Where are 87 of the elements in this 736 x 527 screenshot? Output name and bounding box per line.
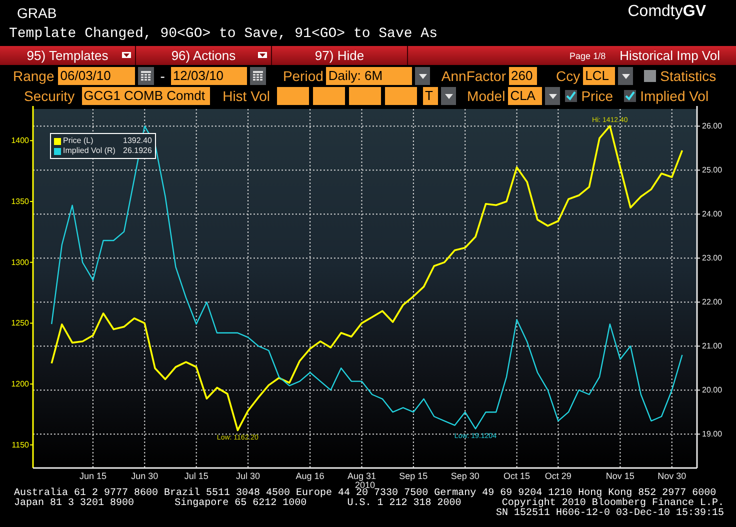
caret-icon (122, 52, 131, 58)
menu-button[interactable]: 97) Hide (272, 46, 408, 65)
legend-value: 26.1926 (123, 146, 152, 156)
field-label: Ccy (556, 67, 580, 85)
function-code: GRAB (17, 4, 57, 22)
input-field[interactable] (385, 87, 418, 105)
field-label: Price (581, 87, 614, 105)
y-axis-label: 1150 (12, 440, 29, 450)
caret-icon (444, 94, 453, 98)
x-axis-label: Jun 15 (79, 471, 106, 481)
check-icon (625, 91, 636, 101)
input-field[interactable] (349, 87, 382, 105)
y-axis-label: 20.00 (702, 386, 722, 395)
input-field[interactable]: T (423, 87, 438, 105)
y-axis-label: 1250 (11, 318, 29, 328)
footer-text: Australia 61 2 9777 8600 Brazil 5511 3048 4500 Europe 44 20 7330 7500 Germany 49 69 9204 1210 Hong Kong 852 2977 6000 (14, 489, 716, 499)
x-axis-label: Aug 16 (296, 471, 324, 481)
y-axis-label: 26.00 (702, 122, 722, 131)
x-axis-label: Aug 31 (347, 471, 376, 481)
check-icon (566, 91, 576, 101)
y-axis-label: 24.00 (702, 210, 722, 219)
screen-name: Historical Imp Vol (620, 46, 720, 64)
footer-text: Singapore 65 6212 1000 (174, 499, 307, 509)
y-axis-label: 1200 (11, 380, 29, 389)
x-axis-label: Sep 15 (399, 471, 428, 481)
calendar-icon (141, 71, 152, 81)
checkbox[interactable] (624, 90, 636, 102)
calendar-icon (252, 71, 263, 81)
field-label: Period (282, 67, 324, 85)
checkbox[interactable] (565, 90, 578, 102)
y-axis-label: 25.00 (702, 166, 722, 175)
caret-icon (622, 74, 630, 78)
field-label: Range (13, 67, 54, 85)
input-field[interactable]: CLA (508, 87, 542, 105)
date-field[interactable]: 06/03/10 (58, 67, 136, 85)
y-axis-label: 1300 (11, 258, 29, 267)
menu-button[interactable]: 96) Actions (136, 46, 272, 65)
footer-text: U.S. 1 212 318 2000 (347, 499, 462, 509)
x-axis-label: Oct 15 (504, 471, 530, 481)
field-label: AnnFactor (441, 67, 506, 85)
checkbox[interactable] (644, 70, 656, 82)
dropdown-button[interactable] (618, 67, 634, 85)
x-axis-label: Jul 15 (184, 471, 208, 481)
footer-text: SN 152511 H606-12-0 03-Dec-10 15:39:15 (496, 509, 724, 519)
y-axis-label: 1400 (11, 136, 29, 146)
calendar-button[interactable] (138, 67, 154, 85)
x-axis-label: Jul 30 (236, 471, 260, 481)
page-indicator: Page 1/8 (570, 50, 606, 62)
menu-button[interactable]: 95) Templates (0, 46, 136, 65)
dropdown-button[interactable] (545, 87, 560, 105)
footer-text: Japan 81 3 3201 8900 (14, 499, 134, 509)
field-label: Statistics (660, 67, 716, 85)
x-axis-label: Sep 30 (450, 471, 480, 481)
calendar-button[interactable] (250, 67, 266, 85)
field-label: Hist Vol (222, 87, 270, 105)
y-axis-label: 23.00 (702, 254, 722, 263)
y-axis-label: 21.00 (702, 342, 722, 351)
field-label: Model (467, 87, 506, 105)
y-axis-label: 22.00 (702, 298, 722, 307)
x-axis-title: 2010 (354, 480, 376, 489)
x-axis-label: Nov 30 (658, 471, 686, 481)
field-label: Security (24, 87, 75, 105)
footer-text: Copyright 2010 Bloomberg Finance L.P. (502, 499, 724, 509)
date-field[interactable]: 12/03/10 (170, 67, 247, 85)
y-axis-label: 19.00 (702, 430, 722, 439)
input-field[interactable]: LCL (583, 67, 616, 85)
dropdown-button[interactable] (441, 87, 456, 105)
legend-label: Price (L) (63, 136, 94, 146)
legend-label: Implied Vol (R) (63, 146, 116, 156)
x-axis-label: Oct 29 (544, 471, 572, 481)
x-axis-label: Jun 30 (131, 471, 158, 481)
status-message: Template Changed, 90<GO> to Save, 91<GO> to Save As (9, 25, 438, 43)
input-field[interactable]: GCG1 COMB Comdt (82, 87, 210, 105)
input-field[interactable] (313, 87, 346, 105)
field-label: Implied Vol (640, 87, 709, 105)
input-field[interactable]: Daily: 6M (326, 67, 412, 85)
legend-value: 1392.40 (123, 136, 152, 146)
dropdown-button[interactable] (415, 67, 430, 85)
y-axis-label: 1350 (11, 197, 29, 206)
range-separator: - (159, 67, 166, 85)
input-field[interactable] (277, 87, 310, 105)
caret-icon (548, 94, 557, 98)
x-axis-label: Nov 15 (606, 471, 634, 481)
input-field[interactable]: 260 (509, 67, 537, 85)
caret-icon (418, 74, 427, 78)
screen-title: ComdtyGV (628, 2, 706, 22)
caret-icon (258, 52, 267, 58)
